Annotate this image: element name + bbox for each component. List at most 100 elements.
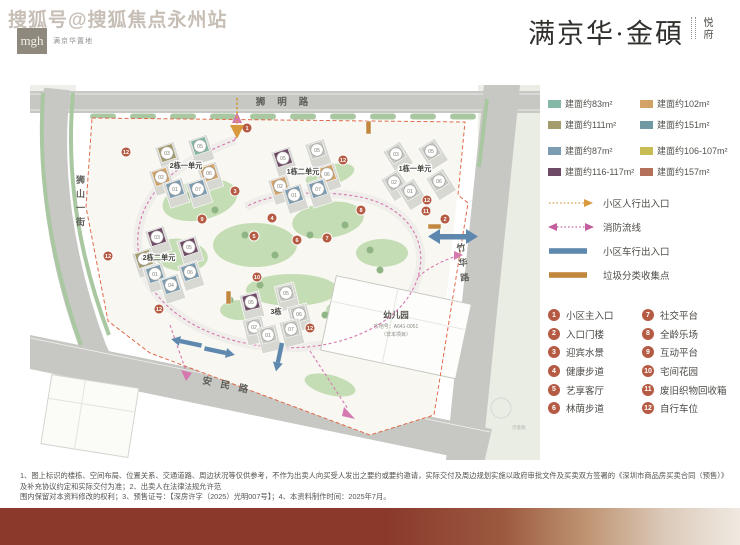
road-label-left: 狮山一街 (75, 174, 86, 231)
unit-number: 07 (315, 187, 321, 193)
poi-number-badge: 11 (642, 384, 654, 396)
legend-area-label: 建面约87m² (565, 144, 613, 157)
poi-number-badge: 12 (642, 402, 654, 414)
unit-number: 07 (195, 187, 201, 193)
map-poi-number: 12 (123, 150, 129, 156)
map-poi-marker: 12 (305, 323, 315, 333)
map-poi-marker: 10 (252, 272, 262, 282)
bottom-decor-band (0, 508, 740, 545)
unit-number: 02 (158, 175, 164, 181)
legend-line-label: 消防流线 (603, 220, 641, 234)
area-color-swatch (548, 168, 561, 176)
poi-label: 艺享客厅 (566, 383, 604, 397)
poi-item: 1小区主入口 (548, 308, 642, 322)
unit-number: 02 (251, 325, 257, 331)
poi-item: 11废旧织物回收箱 (642, 383, 738, 397)
building-label: 1栋一单元 (399, 164, 433, 173)
brand-subtitle: 悦府 (699, 17, 714, 41)
poi-number-badge: 5 (548, 384, 560, 396)
disclaimer-line: 围内保留对本资料修改的权利；3、预售证号：【深房许字（2025）光明007号】；… (20, 492, 726, 503)
logo-name: 满京华置地 (53, 36, 93, 46)
legend-lines: 小区人行出入口消防流线小区车行出入口垃圾分类收集点 (548, 196, 738, 282)
unit-number: 06 (324, 172, 330, 178)
map-poi-marker: 3 (230, 186, 240, 196)
unit-number: 03 (154, 235, 160, 241)
legend-area-item: 建面约157m² (640, 165, 738, 178)
poi-item: 8 全龄乐场 (642, 327, 738, 341)
building-label: 2栋二单元 (143, 253, 177, 262)
unit-number: 05 (314, 148, 320, 154)
legend-line-symbol (548, 197, 594, 209)
unit-number: 01 (291, 193, 297, 199)
poi-number-badge: 3 (548, 346, 560, 358)
unit-number: 06 (436, 179, 442, 185)
unit-number: 03 (393, 152, 399, 158)
area-color-swatch (548, 100, 561, 108)
neighbor-building (41, 375, 139, 458)
poi-number-badge: 8 (642, 328, 654, 340)
poi-label: 社交平台 (660, 308, 698, 322)
poi-number-badge: 10 (642, 365, 654, 377)
poi-number-badge: 6 (548, 402, 560, 414)
legend-line-item: 消防流线 (548, 220, 738, 234)
street-tree (450, 114, 476, 120)
map-poi-marker: 5 (249, 231, 259, 241)
area-color-swatch (640, 147, 653, 155)
poi-number-badge: 9 (642, 346, 654, 358)
legend-line-symbol (548, 221, 594, 233)
kindergarten-name: 幼儿园 (383, 310, 409, 320)
poi-item: 4健康步道 (548, 364, 642, 378)
map-poi-marker: 11 (421, 206, 431, 216)
site-plan-svg: 幼儿园 宗地号：A641-0051 （非本项目） 03 05 02 06 01 07 2栋一… (30, 85, 540, 460)
area-color-swatch (548, 147, 561, 155)
map-poi-number: 9 (200, 217, 203, 223)
building-label: 3栋 (270, 307, 282, 316)
poi-label: 宅间花园 (660, 364, 698, 378)
map-poi-number: 8 (359, 208, 362, 214)
poi-label: 健康步道 (566, 364, 604, 378)
unit-number: 05 (248, 300, 254, 306)
legend-panel: 建面约83m²建面约102m²建面约111m²建面约151m²建面约87m²建面… (548, 97, 738, 418)
watermark: 搜狐号@搜狐焦点永州站 (8, 5, 228, 32)
map-poi-number: 11 (423, 209, 429, 215)
street-tree (330, 114, 356, 120)
poi-number-badge: 2 (548, 328, 560, 340)
map-poi-marker: 4 (267, 213, 277, 223)
map-poi-number: 12 (340, 158, 346, 164)
unit-number: 01 (265, 333, 271, 339)
kindergarten-plot: 宗地号：A641-0051 (374, 323, 419, 330)
legend-area-label: 建面约111m² (565, 118, 616, 131)
site-plan-map: 幼儿园 宗地号：A641-0051 （非本项目） 03 05 02 06 01 07 2栋一… (30, 85, 540, 460)
legend-line-item: 小区人行出入口 (548, 196, 738, 210)
map-poi-marker: 12 (422, 195, 432, 205)
map-poi-marker: 12 (154, 304, 164, 314)
street-tree (210, 114, 236, 120)
disclaimer: 1、图上标识的楼栋、空间布局、位置关系、交通道路、周边状况等仅供参考，不作为出卖… (20, 471, 726, 503)
kindergarten-note: （非本项目） (381, 331, 411, 338)
poi-label: 全龄乐场 (660, 327, 698, 341)
map-poi-marker: 12 (121, 147, 131, 157)
unit-number: 05 (283, 291, 289, 297)
poi-list: 1小区主入口2入口门楼3迎宾水景4健康步道5艺享客厅6林荫步道7社交平台8全龄乐… (548, 306, 738, 418)
page: 搜狐号@搜狐焦点永州站 mgh 满京华置地 满京华·金碩 悦府 (0, 0, 740, 545)
map-poi-marker: 12 (103, 251, 113, 261)
legend-area-item: 建面约151m² (640, 118, 738, 131)
unit-number: 06 (187, 270, 193, 276)
map-poi-number: 12 (424, 198, 430, 204)
legend-line-symbol (548, 245, 594, 257)
building-label: 2栋一单元 (170, 161, 204, 170)
legend-area-item: 建面约116-117m² (548, 165, 640, 178)
poi-item: 12自行车位 (642, 401, 738, 415)
unit-number: 01 (172, 187, 178, 193)
legend-line-item: 小区车行出入口 (548, 244, 738, 258)
poi-label: 互动平台 (660, 345, 698, 359)
area-color-swatch (640, 168, 653, 176)
poi-number-badge: 7 (642, 309, 654, 321)
legend-area-item: 建面约111m² (548, 118, 640, 131)
poi-label: 林荫步道 (566, 401, 604, 415)
unit-number: 05 (280, 156, 286, 162)
unit-number: 01 (407, 189, 413, 195)
map-poi-number: 12 (156, 307, 162, 313)
poi-item: 10 宅间花园 (642, 364, 738, 378)
brand-micro-line (691, 17, 692, 39)
